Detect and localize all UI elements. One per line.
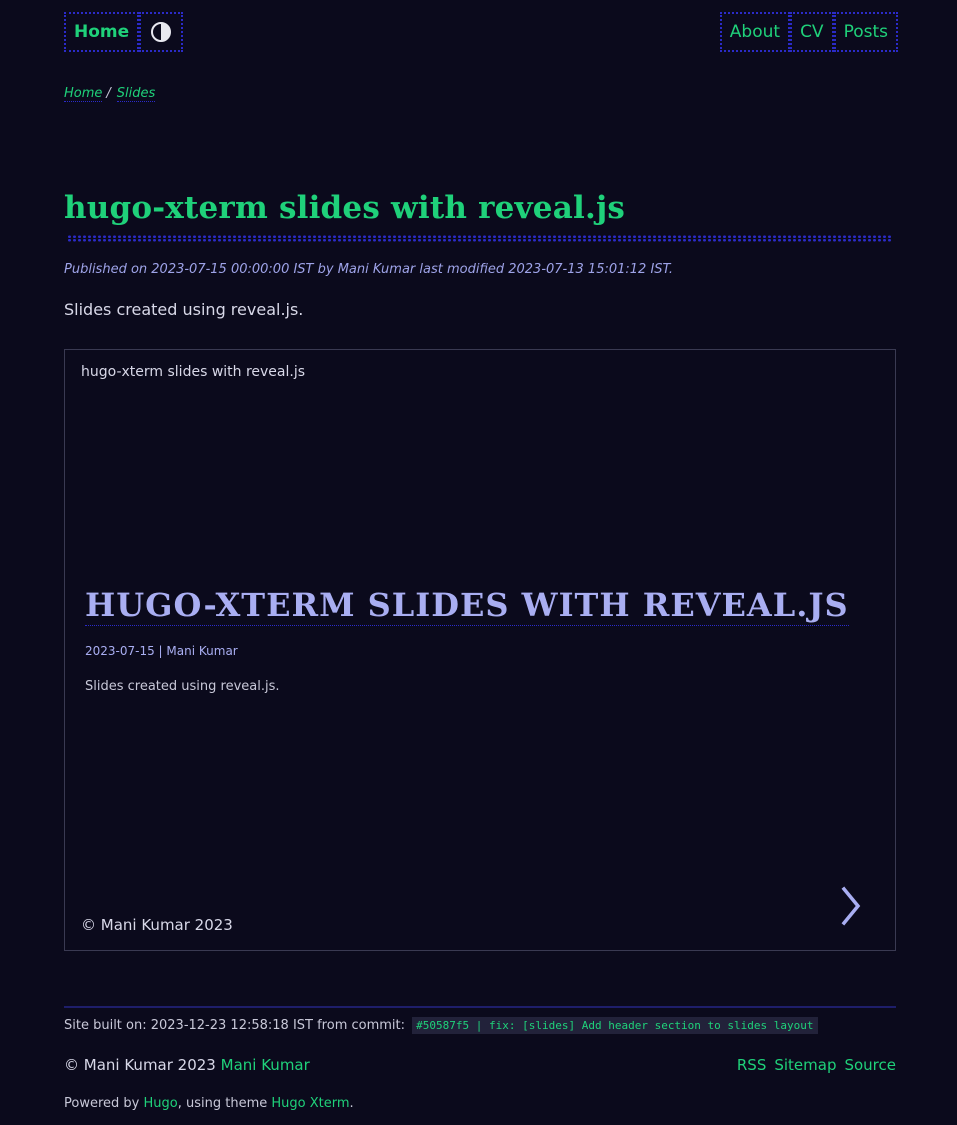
slide-meta: 2023-07-15 | Mani Kumar <box>85 644 238 658</box>
copyright-text: © Mani Kumar 2023 <box>64 1056 216 1074</box>
page-title: hugo-xterm slides with reveal.js <box>64 190 626 226</box>
slide-description: Slides created using reveal.js. <box>85 679 280 694</box>
slides-header: hugo-xterm slides with reveal.js <box>81 364 306 380</box>
chevron-right-icon[interactable] <box>841 886 861 926</box>
theme-link[interactable]: Hugo Xterm <box>271 1096 349 1111</box>
post-description: Slides created using reveal.js. <box>64 300 304 319</box>
sitemap-link[interactable]: Sitemap <box>774 1056 836 1074</box>
contrast-icon <box>151 22 172 42</box>
author-link[interactable]: Mani Kumar <box>221 1056 310 1074</box>
title-divider <box>67 235 893 242</box>
nav-cv-link[interactable]: CV <box>790 12 834 52</box>
build-info: Site built on: 2023-12-23 12:58:18 IST f… <box>64 1017 818 1034</box>
breadcrumb-slides-link[interactable]: Slides <box>116 86 156 102</box>
powered-prefix: Powered by <box>64 1096 140 1111</box>
footer-divider <box>64 1006 896 1008</box>
nav-about-link[interactable]: About <box>719 12 791 52</box>
copyright: © Mani Kumar 2023 Mani Kumar <box>64 1056 310 1074</box>
breadcrumb-separator: / <box>106 86 111 101</box>
nav-right-group: About CV Posts <box>719 12 898 52</box>
slides-footer: © Mani Kumar 2023 <box>81 916 233 934</box>
slides-embed[interactable]: hugo-xterm slides with reveal.js HUGO-XT… <box>64 349 896 951</box>
source-link[interactable]: Source <box>844 1056 896 1074</box>
hugo-link[interactable]: Hugo <box>144 1096 178 1111</box>
commit-badge: #50587f5 | fix: [slides] Add header sect… <box>412 1017 818 1034</box>
rss-link[interactable]: RSS <box>737 1056 766 1074</box>
post-meta: Published on 2023-07-15 00:00:00 IST by … <box>64 262 674 277</box>
theme-toggle-button[interactable] <box>139 12 184 52</box>
powered-by: Powered by Hugo, using theme Hugo Xterm. <box>64 1096 354 1111</box>
nav-left-group: Home <box>64 12 184 52</box>
breadcrumb: Home / Slides <box>64 86 156 102</box>
breadcrumb-home-link[interactable]: Home <box>64 86 103 102</box>
nav-posts-link[interactable]: Posts <box>833 12 898 52</box>
footer-links: RSS Sitemap Source <box>737 1056 896 1074</box>
nav-home-link[interactable]: Home <box>64 12 140 52</box>
build-info-text: Site built on: 2023-12-23 12:58:18 IST f… <box>64 1018 406 1033</box>
powered-suffix: . <box>349 1096 354 1111</box>
slide-title: HUGO-XTERM SLIDES WITH REVEAL.JS <box>85 586 849 626</box>
powered-middle: , using theme <box>177 1096 268 1111</box>
top-navbar: Home About CV Posts <box>64 12 898 52</box>
